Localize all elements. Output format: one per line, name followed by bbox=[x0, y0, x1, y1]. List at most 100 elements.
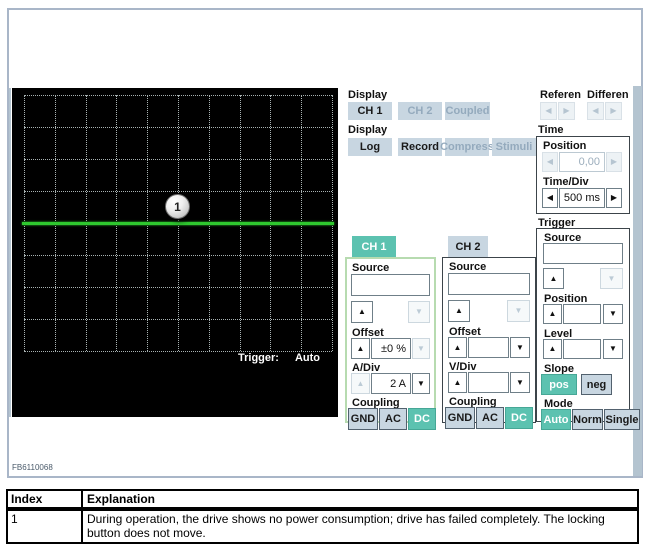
display-compress-button[interactable]: Compress bbox=[445, 138, 489, 156]
ch2-coupling-gnd-button[interactable]: GND bbox=[445, 407, 475, 429]
ch1-adiv-down-button[interactable]: ▼ bbox=[412, 373, 430, 394]
difference-label: Differen bbox=[587, 89, 629, 101]
display-stimuli-button[interactable]: Stimuli bbox=[492, 138, 536, 156]
trigger-slope-pos-button[interactable]: pos bbox=[541, 374, 577, 395]
ch1-coupling-gnd-button[interactable]: GND bbox=[348, 408, 378, 430]
arrow-left-icon: ◀ bbox=[547, 158, 553, 166]
ch2-source-down-button[interactable]: ▼ bbox=[507, 300, 530, 322]
arrow-up-icon: ▲ bbox=[550, 275, 558, 283]
ch1-tab[interactable]: CH 1 bbox=[352, 236, 396, 257]
timediv-increase-button[interactable]: ▶ bbox=[606, 188, 622, 208]
display-coupled-button[interactable]: Coupled bbox=[445, 102, 490, 120]
ch2-offset-down-button[interactable]: ▼ bbox=[510, 337, 530, 358]
arrow-right-icon: ▶ bbox=[563, 107, 569, 115]
ch2-source-field[interactable] bbox=[448, 273, 530, 295]
ch1-adiv-up-button[interactable]: ▲ bbox=[351, 373, 370, 394]
ch2-offset-field[interactable] bbox=[468, 337, 509, 358]
arrow-left-icon: ◀ bbox=[592, 107, 598, 115]
difference-next-button[interactable]: ▶ bbox=[605, 102, 622, 120]
arrow-down-icon: ▼ bbox=[609, 345, 617, 353]
arrow-down-icon: ▼ bbox=[417, 345, 425, 353]
arrow-up-icon: ▲ bbox=[357, 380, 365, 388]
arrow-right-icon: ▶ bbox=[610, 107, 616, 115]
trigger-mode-norm-button[interactable]: Norm bbox=[572, 409, 603, 430]
ch2-coupling-dc-button[interactable]: DC bbox=[505, 407, 533, 429]
timediv-field[interactable]: 500 ms bbox=[559, 188, 605, 208]
oscilloscope-display: 1 Trigger:Auto bbox=[12, 88, 338, 417]
arrow-up-icon: ▲ bbox=[454, 344, 462, 352]
trigger-level-down-button[interactable]: ▼ bbox=[603, 339, 623, 359]
arrow-down-icon: ▼ bbox=[609, 310, 617, 318]
trigger-level-up-button[interactable]: ▲ bbox=[543, 339, 562, 359]
ch1-panel: Source ▲ ▼ Offset ▲ ±0 % ▼ A/Div ▲ 2 A ▼… bbox=[345, 257, 436, 423]
reference-next-button[interactable]: ▶ bbox=[558, 102, 575, 120]
ch2-tab[interactable]: CH 2 bbox=[448, 236, 488, 257]
ch2-panel: Source ▲ ▼ Offset ▲ ▼ V/Div ▲ ▼ Coupling… bbox=[442, 257, 536, 423]
ch2-offset-up-button[interactable]: ▲ bbox=[448, 337, 467, 358]
display-log-button[interactable]: Log bbox=[348, 138, 392, 156]
ch1-coupling-ac-button[interactable]: AC bbox=[379, 408, 407, 430]
ch1-source-down-button[interactable]: ▼ bbox=[408, 301, 430, 323]
table-cell-explanation: During operation, the drive shows no pow… bbox=[83, 511, 637, 542]
trigger-source-up-button[interactable]: ▲ bbox=[543, 268, 564, 289]
time-position-decrease-button[interactable]: ◀ bbox=[542, 152, 558, 172]
ch2-vdiv-down-button[interactable]: ▼ bbox=[510, 372, 530, 393]
ch1-offset-down-button[interactable]: ▼ bbox=[412, 338, 430, 359]
table-cell-index: 1 bbox=[8, 511, 83, 542]
trigger-slope-neg-button[interactable]: neg bbox=[581, 374, 612, 395]
ch1-offset-up-button[interactable]: ▲ bbox=[351, 338, 370, 359]
ch2-source-label: Source bbox=[449, 261, 486, 273]
arrow-down-icon: ▼ bbox=[516, 379, 524, 387]
ch2-source-up-button[interactable]: ▲ bbox=[448, 300, 470, 322]
signal-trace bbox=[22, 222, 334, 225]
arrow-up-icon: ▲ bbox=[549, 345, 557, 353]
arrow-down-icon: ▼ bbox=[608, 275, 616, 283]
display-record-button[interactable]: Record bbox=[398, 138, 442, 156]
trigger-source-field[interactable] bbox=[543, 243, 623, 264]
arrow-left-icon: ◀ bbox=[547, 194, 553, 202]
arrow-down-icon: ▼ bbox=[515, 307, 523, 315]
table-header-index: Index bbox=[8, 491, 83, 507]
table-row: 1 During operation, the drive shows no p… bbox=[6, 509, 639, 544]
display-ch1-button[interactable]: CH 1 bbox=[348, 102, 392, 120]
trigger-mode-single-button[interactable]: Single bbox=[604, 409, 640, 430]
arrow-down-icon: ▼ bbox=[415, 308, 423, 316]
ch1-offset-field[interactable]: ±0 % bbox=[371, 338, 411, 359]
figure-frame: 1 Trigger:Auto Display CH 1 CH 2 Coupled… bbox=[7, 8, 643, 478]
timediv-label: Time/Div bbox=[543, 176, 589, 188]
trigger-position-down-button[interactable]: ▼ bbox=[603, 304, 623, 324]
arrow-up-icon: ▲ bbox=[549, 310, 557, 318]
trigger-mode-auto-button[interactable]: Auto bbox=[541, 409, 571, 430]
difference-prev-button[interactable]: ◀ bbox=[587, 102, 604, 120]
time-position-field[interactable]: 0,00 bbox=[559, 152, 605, 172]
ch1-adiv-field[interactable]: 2 A bbox=[371, 373, 411, 394]
trigger-groupbox: Source ▲ ▼ Position ▲ ▼ Level ▲ ▼ Slope … bbox=[536, 228, 630, 422]
arrow-right-icon: ▶ bbox=[611, 194, 617, 202]
arrow-down-icon: ▼ bbox=[417, 380, 425, 388]
ch2-vdiv-field[interactable] bbox=[468, 372, 509, 393]
ch1-source-up-button[interactable]: ▲ bbox=[351, 301, 373, 323]
ch1-source-label: Source bbox=[352, 262, 389, 274]
arrow-up-icon: ▲ bbox=[454, 379, 462, 387]
ch1-source-field[interactable] bbox=[351, 274, 430, 296]
callout-balloon-1: 1 bbox=[165, 194, 190, 219]
display-modes-label: Display bbox=[348, 124, 387, 136]
time-label: Time bbox=[538, 124, 563, 136]
trigger-position-field[interactable] bbox=[563, 304, 601, 324]
ch2-coupling-ac-button[interactable]: AC bbox=[476, 407, 504, 429]
figure-code: FB6110068 bbox=[12, 463, 53, 472]
reference-prev-button[interactable]: ◀ bbox=[540, 102, 557, 120]
timediv-decrease-button[interactable]: ◀ bbox=[542, 188, 558, 208]
trigger-level-field[interactable] bbox=[563, 339, 601, 359]
time-position-increase-button[interactable]: ▶ bbox=[606, 152, 622, 172]
trigger-position-up-button[interactable]: ▲ bbox=[543, 304, 562, 324]
arrow-right-icon: ▶ bbox=[611, 158, 617, 166]
ch2-vdiv-up-button[interactable]: ▲ bbox=[448, 372, 467, 393]
trigger-source-down-button[interactable]: ▼ bbox=[600, 268, 623, 289]
table-header-row: Index Explanation bbox=[6, 489, 639, 509]
arrow-up-icon: ▲ bbox=[358, 308, 366, 316]
arrow-down-icon: ▼ bbox=[516, 344, 524, 352]
ch1-coupling-dc-button[interactable]: DC bbox=[408, 408, 436, 430]
display-ch2-button[interactable]: CH 2 bbox=[398, 102, 442, 120]
time-position-label: Position bbox=[543, 140, 586, 152]
